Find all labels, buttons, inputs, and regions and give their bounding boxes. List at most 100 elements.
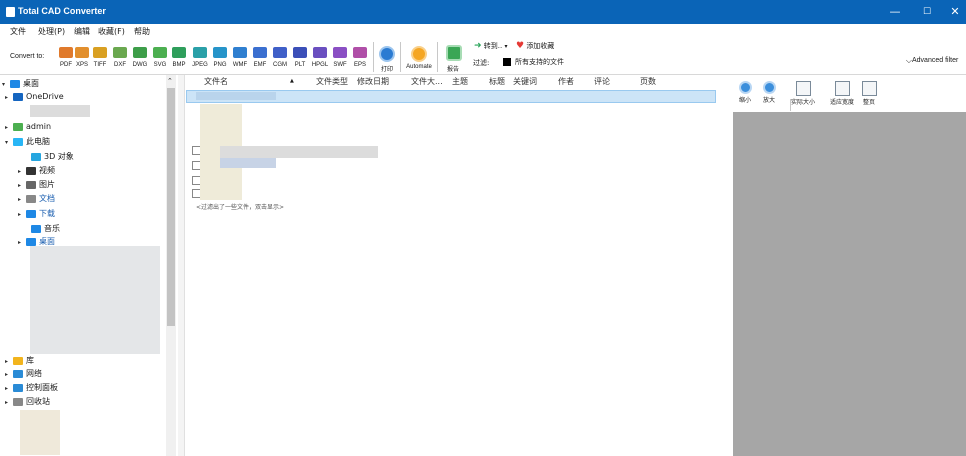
- column-header[interactable]: 标题: [489, 76, 505, 87]
- column-header[interactable]: 文件名: [204, 76, 228, 87]
- expand-arrow-icon[interactable]: ▸: [18, 211, 26, 218]
- expand-arrow-icon[interactable]: ▸: [5, 94, 13, 101]
- add-favorite-button[interactable]: ♥ 添加收藏: [516, 41, 554, 51]
- tree-item-label: 下载: [39, 209, 55, 218]
- preview-actual-size-button[interactable]: 实际大小: [789, 81, 817, 106]
- advanced-filter-button[interactable]: Advanced filter: [912, 57, 958, 64]
- fit-width-icon: [834, 81, 850, 96]
- convert-swf-button[interactable]: SWF: [330, 41, 350, 73]
- expand-arrow-icon[interactable]: ▾: [5, 139, 13, 146]
- convert-jpeg-button[interactable]: JPEG: [190, 41, 210, 73]
- network-icon: [13, 369, 23, 378]
- full-page-icon: [861, 81, 877, 96]
- jpeg-format-icon: [193, 47, 207, 58]
- filter-select[interactable]: 所有支持的文件 ⌵: [512, 56, 916, 70]
- convert-tiff-button[interactable]: TIFF: [90, 41, 110, 73]
- convert-png-button[interactable]: PNG: [210, 41, 230, 73]
- convert-dropdown-label: 转到..: [483, 42, 503, 50]
- expand-arrow-icon[interactable]: ▾: [2, 81, 10, 88]
- pane-splitter[interactable]: [178, 75, 185, 456]
- tree-item-label: 视频: [39, 166, 55, 175]
- dxf-format-icon: [113, 47, 127, 58]
- convert-bmp-button[interactable]: BMP: [169, 41, 189, 73]
- swf-format-icon: [333, 47, 347, 58]
- tree-item[interactable]: ▸ 图片: [18, 179, 55, 190]
- tree-item[interactable]: ▸ 控制面板: [5, 382, 58, 393]
- close-button[interactable]: ✕: [938, 0, 966, 24]
- scroll-up-icon[interactable]: ⌃: [167, 77, 173, 85]
- menu-help[interactable]: 帮助: [134, 26, 150, 37]
- blurred-item: [30, 105, 90, 117]
- column-header[interactable]: 作者: [558, 76, 574, 87]
- convert-dwg-button[interactable]: DWG: [130, 41, 150, 73]
- download-icon: [26, 209, 36, 218]
- svg-format-icon: [153, 47, 167, 58]
- column-header[interactable]: 修改日期: [357, 76, 389, 87]
- convert-svg-button[interactable]: SVG: [150, 41, 170, 73]
- convert-xps-button[interactable]: XPS: [72, 41, 92, 73]
- plt-format-icon: [293, 47, 307, 58]
- expand-arrow-icon[interactable]: ▸: [5, 385, 13, 392]
- convert-plt-button[interactable]: PLT: [290, 41, 310, 73]
- tree-item[interactable]: ▾ 桌面: [2, 78, 39, 89]
- convert-cgm-button[interactable]: CGM: [270, 41, 290, 73]
- zoom-out-icon: [738, 81, 752, 94]
- tree-item[interactable]: 3D 对象: [23, 151, 74, 162]
- preview-button-label: 适应宽度: [829, 99, 854, 106]
- preview-full-page-button[interactable]: 整页: [859, 81, 879, 106]
- column-header[interactable]: 页数: [640, 76, 656, 87]
- tree-item[interactable]: ▸ OneDrive: [5, 92, 64, 101]
- tree-item[interactable]: 音乐: [23, 223, 60, 234]
- expand-arrow-icon[interactable]: ▸: [18, 239, 26, 246]
- expand-arrow-icon[interactable]: ▸: [18, 196, 26, 203]
- tree-item[interactable]: ▸ admin: [5, 122, 51, 131]
- column-header[interactable]: 主题: [452, 76, 468, 87]
- tree-item[interactable]: ▸ 视频: [18, 165, 55, 176]
- expand-arrow-icon[interactable]: ▸: [5, 358, 13, 365]
- picture-icon: [26, 180, 36, 189]
- tree-item[interactable]: ▸ 库: [5, 355, 34, 366]
- tree-item[interactable]: ▸ 下载: [18, 208, 55, 219]
- printer-icon: [379, 46, 395, 62]
- menu-file[interactable]: 文件: [10, 26, 26, 37]
- tree-item-label: 此电脑: [26, 137, 50, 146]
- menu-process[interactable]: 处理(P): [38, 26, 65, 37]
- cube-icon: [31, 152, 41, 161]
- expand-arrow-icon[interactable]: ▸: [5, 124, 13, 131]
- tree-item-label: admin: [26, 122, 52, 131]
- tree-item[interactable]: ▸ 文档: [18, 193, 55, 204]
- report-label: 报告: [446, 67, 459, 73]
- convert-hpgl-button[interactable]: HPGL: [310, 41, 330, 73]
- expand-arrow-icon[interactable]: ▸: [5, 371, 13, 378]
- filter-value: 所有支持的文件: [515, 58, 564, 66]
- preview-button-label: 放大: [762, 97, 775, 104]
- column-header[interactable]: 文件类型: [316, 76, 348, 87]
- tree-item[interactable]: ▸ 网络: [5, 368, 42, 379]
- tree-item[interactable]: ▾ 此电脑: [5, 136, 50, 147]
- menu-edit[interactable]: 编辑: [74, 26, 90, 37]
- convert-emf-button[interactable]: EMF: [250, 41, 270, 73]
- video-icon: [26, 166, 36, 175]
- tree-item[interactable]: ▸ 回收站: [5, 396, 50, 407]
- convert-wmf-button[interactable]: WMF: [230, 41, 250, 73]
- convert-eps-button[interactable]: EPS: [350, 41, 370, 73]
- document-icon: [26, 194, 36, 203]
- column-header[interactable]: 关键词: [513, 76, 537, 87]
- convert-dxf-button[interactable]: DXF: [110, 41, 130, 73]
- preview-fit-width-button[interactable]: 适应宽度: [825, 81, 859, 106]
- tree-scrollbar-thumb[interactable]: [167, 88, 175, 326]
- expand-arrow-icon[interactable]: ▸: [18, 168, 26, 175]
- preview-zoom-in-button[interactable]: 放大: [761, 81, 777, 104]
- expand-arrow-icon[interactable]: ▸: [18, 182, 26, 189]
- minimize-button[interactable]: —: [878, 0, 912, 24]
- tiff-format-icon: [93, 47, 107, 58]
- preview-button-label: 缩小: [738, 97, 751, 104]
- menu-favorites[interactable]: 收藏(F): [98, 26, 125, 37]
- expand-arrow-icon[interactable]: ▸: [5, 399, 13, 406]
- tree-item-label: 图片: [39, 180, 55, 189]
- column-header[interactable]: 文件大...: [411, 76, 443, 87]
- tree-item-label: 音乐: [44, 224, 60, 233]
- preview-zoom-out-button[interactable]: 缩小: [737, 81, 753, 104]
- convert-dropdown-button[interactable]: ➜ 转到.. ▾: [474, 41, 507, 51]
- column-header[interactable]: 评论: [594, 76, 610, 87]
